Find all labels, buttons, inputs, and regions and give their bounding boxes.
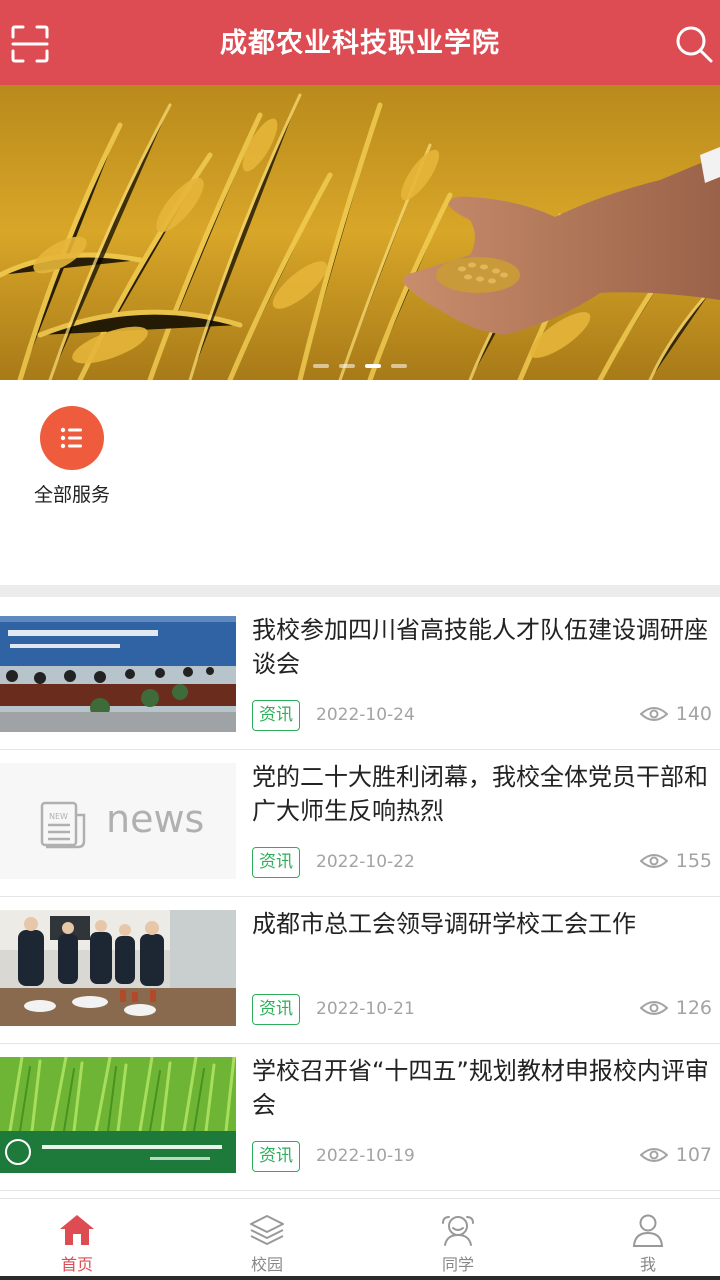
news-item[interactable]: 我校参加四川省高技能人才队伍建设调研座谈会 资讯 2022-10-24 140 — [0, 603, 720, 750]
news-title: 党的二十大胜利闭幕，我校全体党员干部和广大师生反响热烈 — [252, 763, 708, 825]
all-services-label: 全部服务 — [33, 484, 110, 506]
news-title: 我校参加四川省高技能人才队伍建设调研座谈会 — [252, 616, 708, 678]
news-category-badge: 资讯 — [252, 847, 300, 878]
news-view-count: 140 — [675, 703, 712, 725]
services-grid: 全部服务 — [0, 380, 720, 585]
news-thumbnail-visit — [0, 910, 236, 1026]
user-icon — [632, 1214, 664, 1247]
list-icon — [40, 406, 104, 470]
news-title: 学校召开省“十四五”规划教材申报校内评审会 — [252, 1057, 709, 1119]
news-view-count: 155 — [675, 850, 712, 872]
tab-classmates[interactable]: 同学 — [398, 1199, 518, 1279]
news-item[interactable]: 学校召开省“十四五”规划教材申报校内评审会 资讯 2022-10-19 107 — [0, 1044, 720, 1191]
eye-icon — [639, 707, 668, 721]
all-services-button[interactable]: 全部服务 — [22, 406, 122, 507]
tab-home[interactable]: 首页 — [17, 1199, 137, 1279]
section-divider — [0, 585, 720, 597]
eye-icon — [639, 1001, 668, 1015]
svg-text:NEW: NEW — [49, 812, 68, 821]
news-thumbnail-placeholder: NEW news — [0, 763, 236, 879]
news-date: 2022-10-19 — [316, 1146, 415, 1166]
bottom-tab-bar: 首页 校园 同学 我 — [0, 1198, 720, 1280]
news-date: 2022-10-21 — [316, 999, 415, 1019]
tab-home-label: 首页 — [60, 1255, 93, 1274]
news-item[interactable]: NEW news 党的二十大胜利闭幕，我校全体党员干部和广大师生反响热烈 资讯 … — [0, 750, 720, 897]
news-thumbnail-meeting — [0, 616, 236, 732]
tab-me-label: 我 — [639, 1255, 656, 1274]
news-views: 126 — [639, 997, 712, 1019]
classmates-icon — [442, 1216, 474, 1246]
layers-icon — [250, 1215, 284, 1245]
news-thumbnail-wheat — [0, 1057, 236, 1173]
tab-me[interactable]: 我 — [588, 1199, 708, 1279]
home-icon — [60, 1215, 94, 1245]
carousel-dot[interactable] — [391, 364, 407, 368]
carousel-dot[interactable] — [339, 364, 355, 368]
app-header: 成都农业科技职业学院 — [0, 0, 720, 85]
carousel-dot-active[interactable] — [365, 364, 381, 368]
tab-classmates-label: 同学 — [441, 1255, 474, 1274]
news-views: 155 — [639, 850, 712, 872]
news-title: 成都市总工会领导调研学校工会工作 — [252, 910, 636, 938]
news-category-badge: 资讯 — [252, 994, 300, 1025]
eye-icon — [639, 1148, 668, 1162]
news-view-count: 126 — [675, 997, 712, 1019]
tab-campus-label: 校园 — [250, 1255, 283, 1274]
search-icon[interactable] — [674, 24, 714, 64]
page-title: 成都农业科技职业学院 — [220, 28, 500, 59]
news-list: 我校参加四川省高技能人才队伍建设调研座谈会 资讯 2022-10-24 140 — [0, 603, 720, 1191]
news-views: 107 — [639, 1144, 712, 1166]
news-category-badge: 资讯 — [252, 700, 300, 731]
news-placeholder-text: news — [106, 797, 205, 841]
news-date: 2022-10-24 — [316, 705, 415, 725]
news-item[interactable]: 成都市总工会领导调研学校工会工作 资讯 2022-10-21 126 — [0, 897, 720, 1044]
eye-icon — [639, 854, 668, 868]
tab-campus[interactable]: 校园 — [207, 1199, 327, 1279]
carousel-indicator — [0, 364, 720, 368]
news-view-count: 107 — [675, 1144, 712, 1166]
carousel-dot[interactable] — [313, 364, 329, 368]
news-date: 2022-10-22 — [316, 852, 415, 872]
system-nav-bar — [0, 1276, 720, 1280]
rice-field-image — [0, 85, 720, 380]
news-views: 140 — [639, 703, 712, 725]
news-category-badge: 资讯 — [252, 1141, 300, 1172]
banner-carousel[interactable] — [0, 85, 720, 380]
